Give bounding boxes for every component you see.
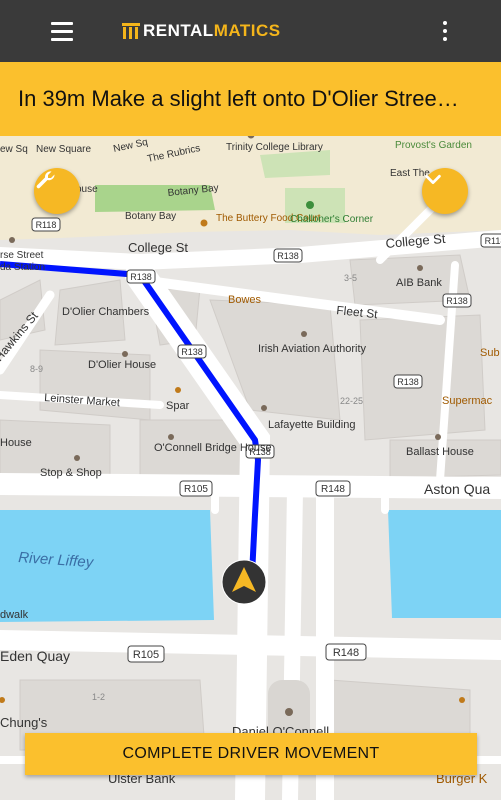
- map-view[interactable]: R118 R118 R138 R138 R138 R138 R138 R138 …: [0, 136, 501, 800]
- map-label: dwalk: [0, 609, 29, 621]
- map-label: Sub: [480, 347, 500, 359]
- road-shield-label: R138: [277, 251, 299, 261]
- map-label: 3-5: [344, 273, 357, 283]
- tools-button[interactable]: [34, 168, 80, 214]
- map-label: Trinity College Library: [226, 142, 323, 153]
- map-label: Aston Qua: [424, 481, 490, 497]
- map-label: New Square: [36, 144, 91, 155]
- road-shield-label: R105: [184, 484, 208, 495]
- complete-driver-movement-button[interactable]: COMPLETE DRIVER MOVEMENT: [25, 733, 477, 775]
- map-label: Provost's Garden: [395, 140, 472, 151]
- map-label: Challoner's Corner: [290, 214, 374, 225]
- map-label: Lafayette Building: [268, 419, 355, 431]
- map-label: 1-2: [92, 692, 105, 702]
- app-bar: RENTAL MATICS: [0, 0, 501, 62]
- overflow-menu-icon[interactable]: [435, 16, 455, 46]
- map-label: Supermac: [442, 395, 493, 407]
- map-label: Spar: [166, 400, 190, 412]
- brand-name-part2: MATICS: [213, 21, 281, 40]
- map-label: Stop & Shop: [40, 467, 102, 479]
- map-label: AIB Bank: [396, 277, 442, 289]
- map-label: Botany Bay: [125, 211, 176, 222]
- wrench-icon: [36, 171, 55, 189]
- brand-logo-icon: [122, 23, 140, 39]
- road-shield-label: R138: [397, 377, 419, 387]
- map-label: D'Olier Chambers: [62, 306, 150, 318]
- map-label: D'Olier House: [88, 359, 156, 371]
- map-label: College St: [128, 240, 188, 255]
- map-label: O'Connell Bridge House: [154, 442, 272, 454]
- navigation-instruction-text: In 39m Make a slight left onto D'Olier S…: [18, 86, 459, 111]
- map-label: 22-25: [340, 396, 363, 406]
- road-shield-label: R105: [133, 649, 159, 661]
- brand-name-part1: RENTAL: [143, 21, 214, 40]
- road-shield-label: R138: [446, 296, 468, 306]
- map-label: Chung's: [0, 715, 48, 730]
- map-label: Bowes: [228, 294, 262, 306]
- map-label: Ballast House: [406, 446, 474, 458]
- chevron-down-icon: [425, 174, 441, 185]
- map-label: 8-9: [30, 364, 43, 374]
- map-canvas[interactable]: R118 R118 R138 R138 R138 R138 R138 R138 …: [0, 136, 501, 800]
- road-shield-label: R148: [333, 647, 359, 659]
- map-label: rse Street: [0, 250, 44, 261]
- map-label: da Station: [0, 262, 45, 273]
- hamburger-menu-icon[interactable]: [40, 15, 84, 47]
- road-shield-label: R138: [130, 272, 152, 282]
- complete-driver-movement-label: COMPLETE DRIVER MOVEMENT: [122, 745, 380, 762]
- vehicle-position-icon: [221, 559, 267, 605]
- road-shield-label: R118: [485, 236, 501, 246]
- expand-button[interactable]: [422, 168, 468, 214]
- map-label: ew Sq: [0, 144, 28, 155]
- brand-logo: RENTAL MATICS: [122, 18, 281, 44]
- road-shield-label: R118: [36, 220, 57, 230]
- road-shield-label: R138: [181, 347, 203, 357]
- map-label: Irish Aviation Authority: [258, 343, 367, 355]
- road-shield-label: R148: [321, 484, 345, 495]
- navigation-instruction-banner: In 39m Make a slight left onto D'Olier S…: [0, 62, 501, 136]
- map-label: Eden Quay: [0, 648, 70, 664]
- map-label: House: [0, 437, 32, 449]
